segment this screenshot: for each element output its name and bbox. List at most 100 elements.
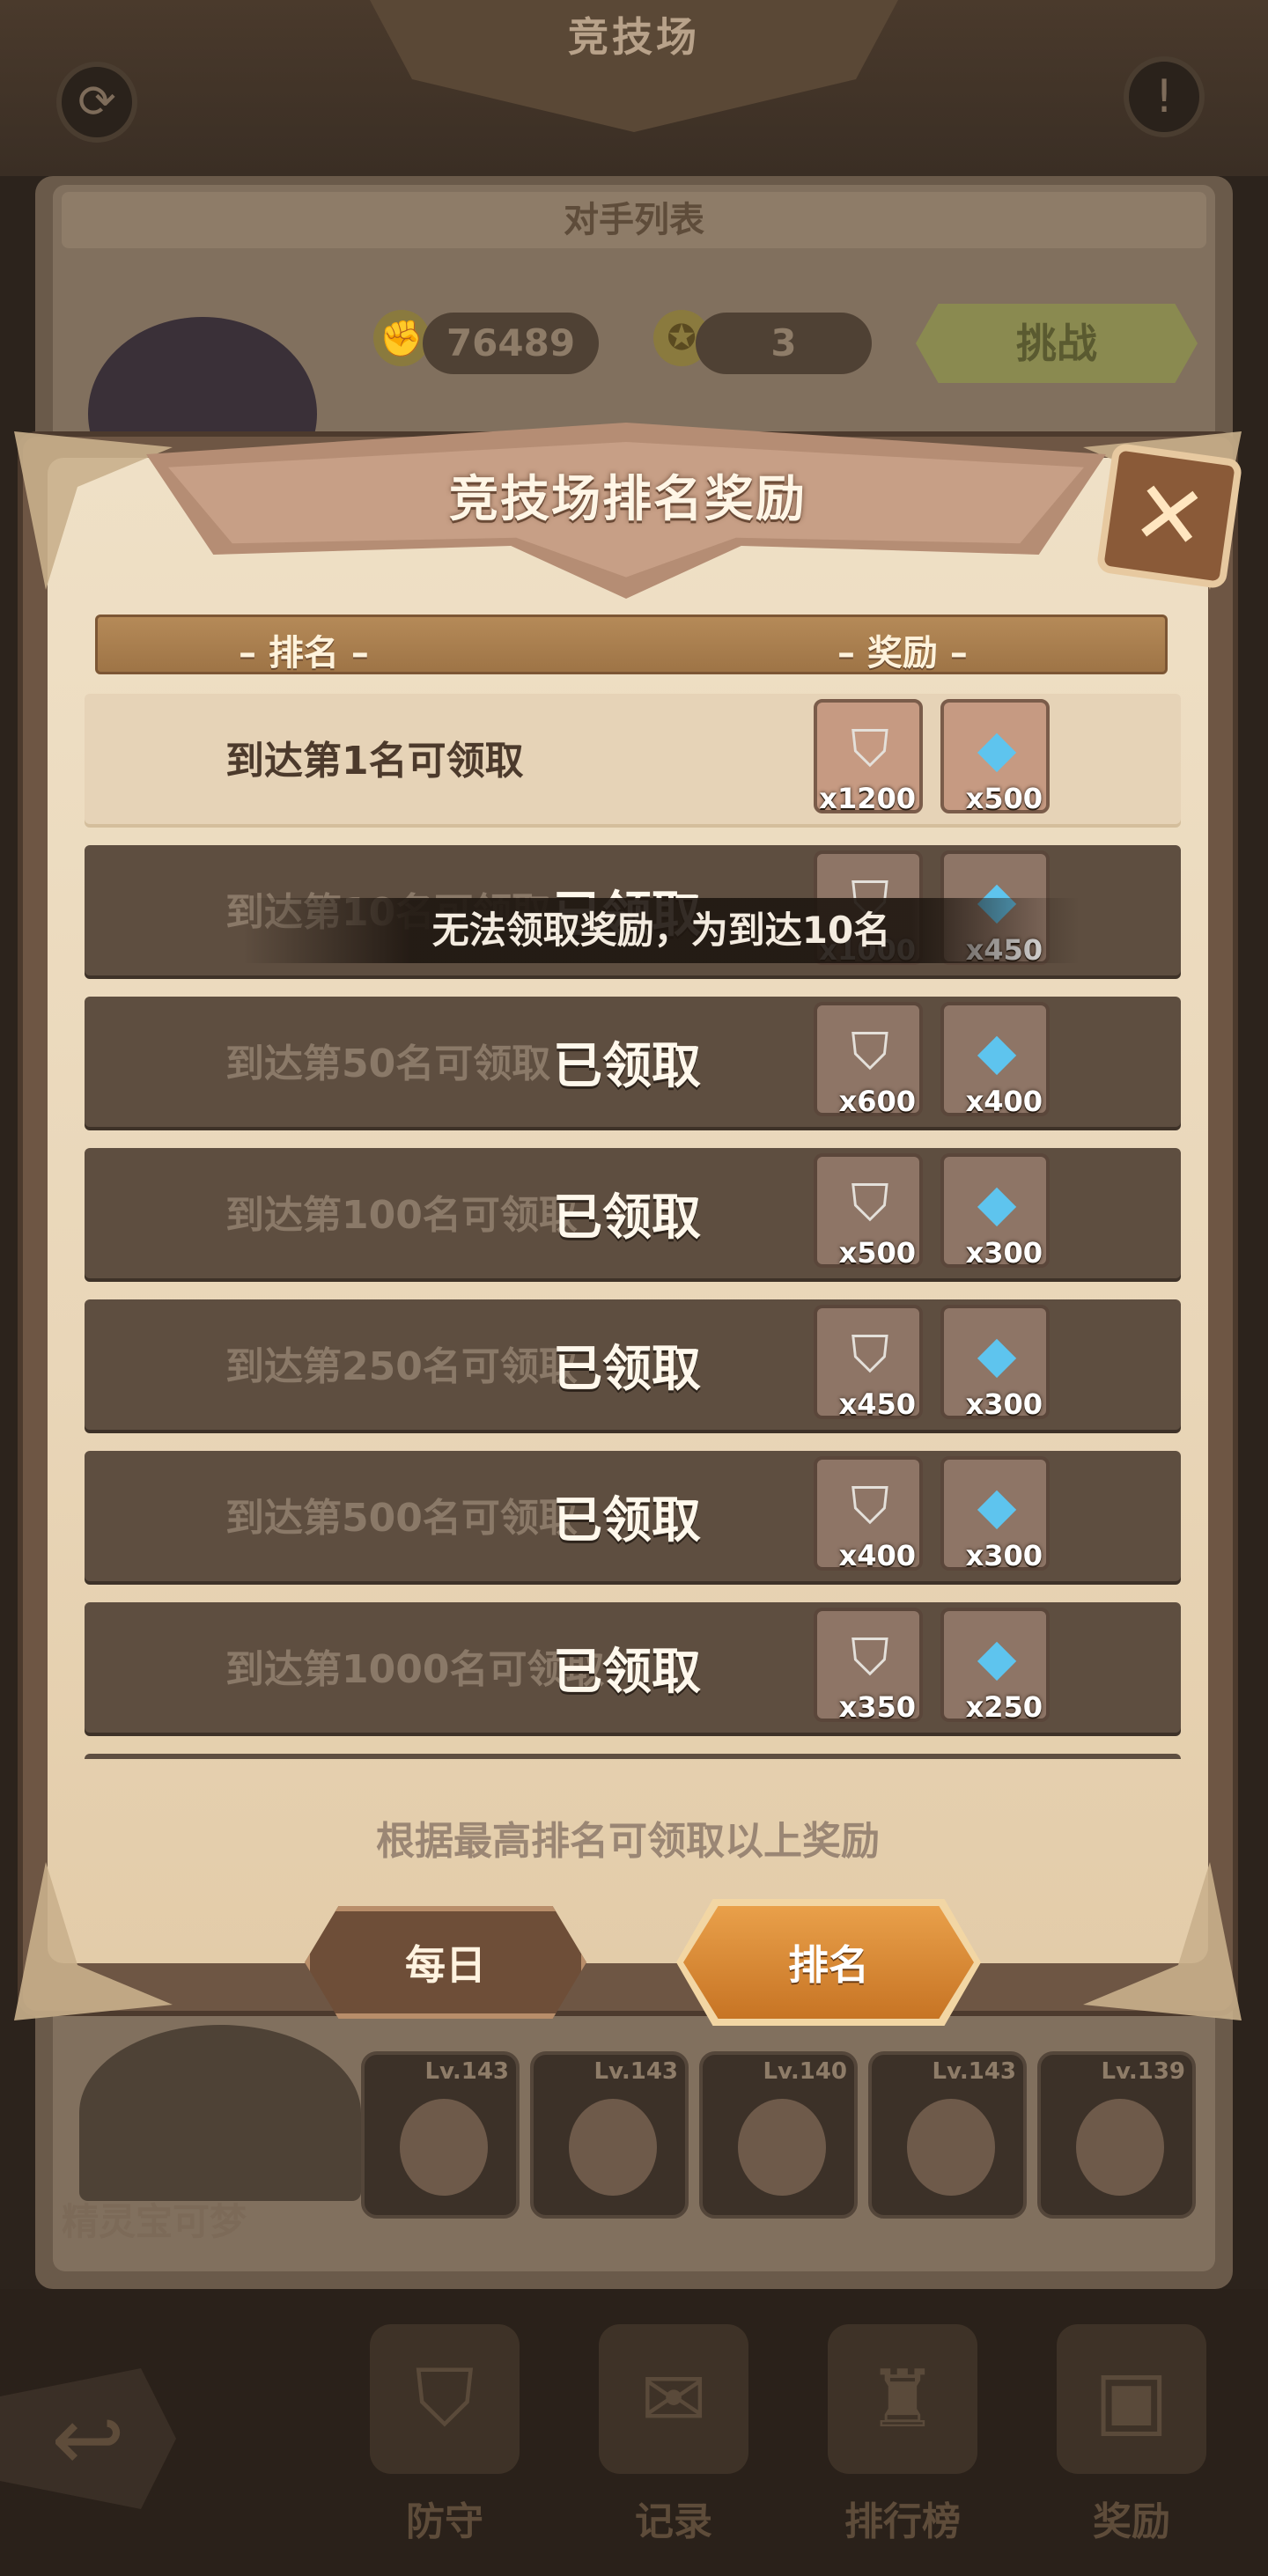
reward-count: x500 [965, 782, 1043, 815]
reward-list[interactable]: 到达第1名可领取 ⛉x1200 ◆x500 到达第10名可领取 已领取 ⛉x10… [85, 694, 1194, 1759]
reward-row[interactable]: 到达第250名可领取 已领取 ⛉ x450 ◆ x300 [85, 1299, 1181, 1430]
diamond-icon: ◆ [977, 1476, 1017, 1535]
reward-row[interactable]: 到达第500名可领取 已领取 ⛉ x400 ◆ x300 [85, 1451, 1181, 1581]
fist-icon: ✊ [373, 310, 430, 366]
hero-card[interactable]: Lv.139 [1037, 2051, 1196, 2219]
reward-count: x300 [965, 1387, 1043, 1421]
reward-slot[interactable]: ⛉ x500 [814, 1153, 923, 1270]
toast-message: 无法领取奖励，为到达10名 [243, 898, 1080, 963]
reward-slot[interactable]: ◆ x300 [940, 1153, 1050, 1270]
reward-count: x500 [838, 1236, 916, 1270]
dialog-title: 竞技场排名奖励 [449, 471, 807, 528]
medal-value: 3 [696, 313, 872, 374]
diamond-icon: ◆ [977, 1021, 1017, 1081]
hero-level: Lv.139 [1101, 2058, 1185, 2085]
reward-count: x400 [965, 1085, 1043, 1118]
close-button[interactable]: ✕ [1095, 442, 1243, 590]
hero-level: Lv.143 [424, 2058, 509, 2085]
reward-slot[interactable]: ⛉ x350 [814, 1608, 923, 1724]
challenge-button[interactable]: 挑战 [916, 304, 1198, 383]
reward-row[interactable]: 到达第1名可领取 ⛉ x1200 ◆ x500 [85, 694, 1181, 824]
diamond-icon: ◆ [977, 1627, 1017, 1687]
reward-slot[interactable]: ⛉ x450 [814, 1305, 923, 1421]
hero-portrait [738, 2099, 826, 2196]
rank-requirement: 到达第1000名可领取 [225, 1647, 605, 1692]
badge-shield-icon: ⛉ [851, 1626, 889, 1687]
reward-slot[interactable]: ⛉ x600 [814, 1002, 923, 1118]
nav-label: 防守 [406, 2499, 483, 2544]
rank-reward-dialog: 竞技场排名奖励 ✕ – 排名 – – 奖励 – 到达第1名可领取 ⛉ x1200 … [14, 423, 1243, 2026]
reward-row-partial[interactable] [85, 1754, 1181, 1759]
claimed-label: 已领取 [553, 1341, 701, 1398]
badge-shield-icon: ⛉ [851, 718, 889, 778]
reward-slot[interactable]: ⛉ x1200 [814, 699, 923, 815]
badge-shield-icon: ⛉ [851, 1323, 889, 1384]
reward-count: x300 [965, 1236, 1043, 1270]
claimed-label: 已领取 [553, 1644, 701, 1701]
rank-column-label: – 排名 – [239, 633, 369, 673]
rank-requirement: 到达第100名可领取 [225, 1193, 578, 1238]
hero-level: Lv.140 [763, 2058, 847, 2085]
reward-slot[interactable]: ◆ x250 [940, 1608, 1050, 1724]
reward-count: x250 [965, 1690, 1043, 1724]
scroll-icon: ✉ [599, 2324, 748, 2474]
claimed-label: 已领取 [553, 1189, 701, 1247]
rank-requirement: 到达第250名可领取 [225, 1344, 578, 1389]
hero-portrait [400, 2099, 488, 2196]
diamond-icon: ◆ [977, 1173, 1017, 1233]
reward-count: x600 [838, 1085, 916, 1118]
nav-leaderboard[interactable]: ♜ 排行榜 [806, 2324, 999, 2571]
diamond-icon: ◆ [977, 718, 1017, 778]
hero-level: Lv.143 [593, 2058, 678, 2085]
shield-icon: ⛉ [370, 2324, 520, 2474]
hero-card[interactable]: Lv.140 [699, 2051, 858, 2219]
tab-daily[interactable]: 每日 [305, 1906, 586, 2019]
hero-card[interactable]: Lv.143 [530, 2051, 689, 2219]
info-icon[interactable]: ! [1124, 56, 1205, 137]
reward-row[interactable]: 到达第1000名可领取 已领取 ⛉ x350 ◆ x250 [85, 1602, 1181, 1733]
nav-rewards[interactable]: ▣ 奖励 [1035, 2324, 1228, 2571]
hero-card[interactable]: Lv.143 [361, 2051, 520, 2219]
screen-title: 竞技场 [568, 13, 700, 61]
rank-requirement: 到达第1名可领取 [225, 739, 524, 784]
rank-requirement: 到达第500名可领取 [225, 1496, 578, 1541]
claimed-label: 已领取 [553, 1038, 701, 1095]
refresh-icon[interactable]: ⟳ [56, 62, 137, 143]
trophy-icon: ♜ [828, 2324, 977, 2474]
nav-defense[interactable]: ⛉ 防守 [348, 2324, 542, 2571]
reward-count: x350 [838, 1690, 916, 1724]
column-header: – 排名 – – 奖励 – [95, 615, 1168, 674]
reward-slot[interactable]: ⛉ x400 [814, 1456, 923, 1572]
reward-count: x300 [965, 1539, 1043, 1572]
reward-slot[interactable]: ◆ x300 [940, 1456, 1050, 1572]
nav-label: 奖励 [1093, 2499, 1170, 2544]
badge-shield-icon: ⛉ [851, 1020, 889, 1081]
badge-shield-icon: ⛉ [851, 1475, 889, 1535]
rank-requirement: 到达第50名可领取 [225, 1041, 551, 1086]
badge-shield-icon: ⛉ [851, 1172, 889, 1233]
hero-portrait [569, 2099, 657, 2196]
hero-level: Lv.143 [932, 2058, 1016, 2085]
reward-count: x450 [838, 1387, 916, 1421]
reward-row[interactable]: 到达第100名可领取 已领取 ⛉ x500 ◆ x300 [85, 1148, 1181, 1278]
diamond-icon: ◆ [977, 1324, 1017, 1384]
power-value: 76489 [423, 313, 599, 374]
nav-label: 记录 [635, 2499, 712, 2544]
close-icon: ✕ [1125, 459, 1213, 572]
chest-icon: ▣ [1057, 2324, 1206, 2474]
hero-portrait [1076, 2099, 1164, 2196]
nav-records[interactable]: ✉ 记录 [577, 2324, 770, 2571]
hero-card[interactable]: Lv.143 [868, 2051, 1027, 2219]
reward-slot[interactable]: ◆ x400 [940, 1002, 1050, 1118]
nav-label: 排行榜 [844, 2499, 961, 2544]
reward-row[interactable]: 到达第50名可领取 已领取 ⛉ x600 ◆ x400 [85, 997, 1181, 1127]
hero-name: 精灵宝可梦 [62, 2200, 247, 2243]
hero-portrait [907, 2099, 995, 2196]
reward-slot[interactable]: ◆ x300 [940, 1305, 1050, 1421]
reward-footnote: 根据最高排名可领取以上奖励 [376, 1819, 880, 1864]
reward-slot[interactable]: ◆ x500 [940, 699, 1050, 815]
reward-column-label: – 奖励 – [837, 633, 968, 673]
tab-rank[interactable]: 排名 [683, 1906, 974, 2019]
opponent-list-header: 对手列表 [62, 192, 1206, 248]
reward-count: x1200 [819, 782, 916, 815]
